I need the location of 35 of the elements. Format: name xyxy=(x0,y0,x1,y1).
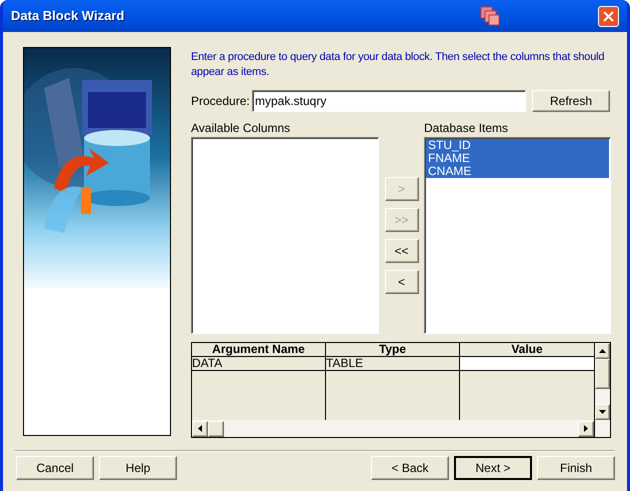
scroll-thumb[interactable] xyxy=(595,359,610,389)
list-item[interactable]: STU_ID xyxy=(426,139,609,152)
column-header: Argument Name xyxy=(192,343,326,356)
dialog-button[interactable]: Finish xyxy=(537,456,615,480)
close-button[interactable] xyxy=(598,6,619,26)
procedure-field[interactable]: mypak.stuqry xyxy=(252,90,526,112)
move-button[interactable]: << xyxy=(384,239,418,263)
vertical-scrollbar[interactable] xyxy=(594,343,610,437)
column-header: Type xyxy=(326,343,460,356)
list-label: Database Items xyxy=(424,120,510,135)
refresh-button[interactable]: Refresh xyxy=(532,90,610,112)
close-icon xyxy=(603,10,614,22)
up-arrow-icon xyxy=(599,349,606,353)
dialog-button[interactable]: Help xyxy=(99,456,177,480)
procedure-label: Procedure: xyxy=(191,93,251,110)
column-header: Value xyxy=(510,343,544,356)
list-item[interactable]: CNAME xyxy=(426,165,609,178)
scroll-thumb[interactable] xyxy=(208,420,224,436)
down-arrow-icon xyxy=(599,410,606,414)
value-field[interactable] xyxy=(460,357,594,370)
table-cell: DATA xyxy=(192,357,326,370)
available-columns-list[interactable] xyxy=(191,137,379,334)
list-item[interactable]: FNAME xyxy=(426,152,609,165)
instructions: Enter a procedure to query data for your data block. Then select the columns that should appear as items. xyxy=(191,50,606,80)
app-icon xyxy=(479,5,501,27)
list-label: Available Columns xyxy=(191,120,292,135)
dialog-button[interactable]: Next > xyxy=(454,456,532,480)
dialog-button[interactable]: < Back xyxy=(371,456,449,480)
move-button[interactable]: < xyxy=(384,270,418,294)
right-arrow-icon xyxy=(584,425,588,432)
window-title: Data Block Wizard xyxy=(11,7,124,26)
database-items-list[interactable]: STU_ID FNAME CNAME xyxy=(424,137,611,334)
left-arrow-icon xyxy=(198,425,202,432)
horizontal-scrollbar[interactable] xyxy=(192,420,594,437)
dialog-button[interactable]: Cancel xyxy=(16,456,94,480)
